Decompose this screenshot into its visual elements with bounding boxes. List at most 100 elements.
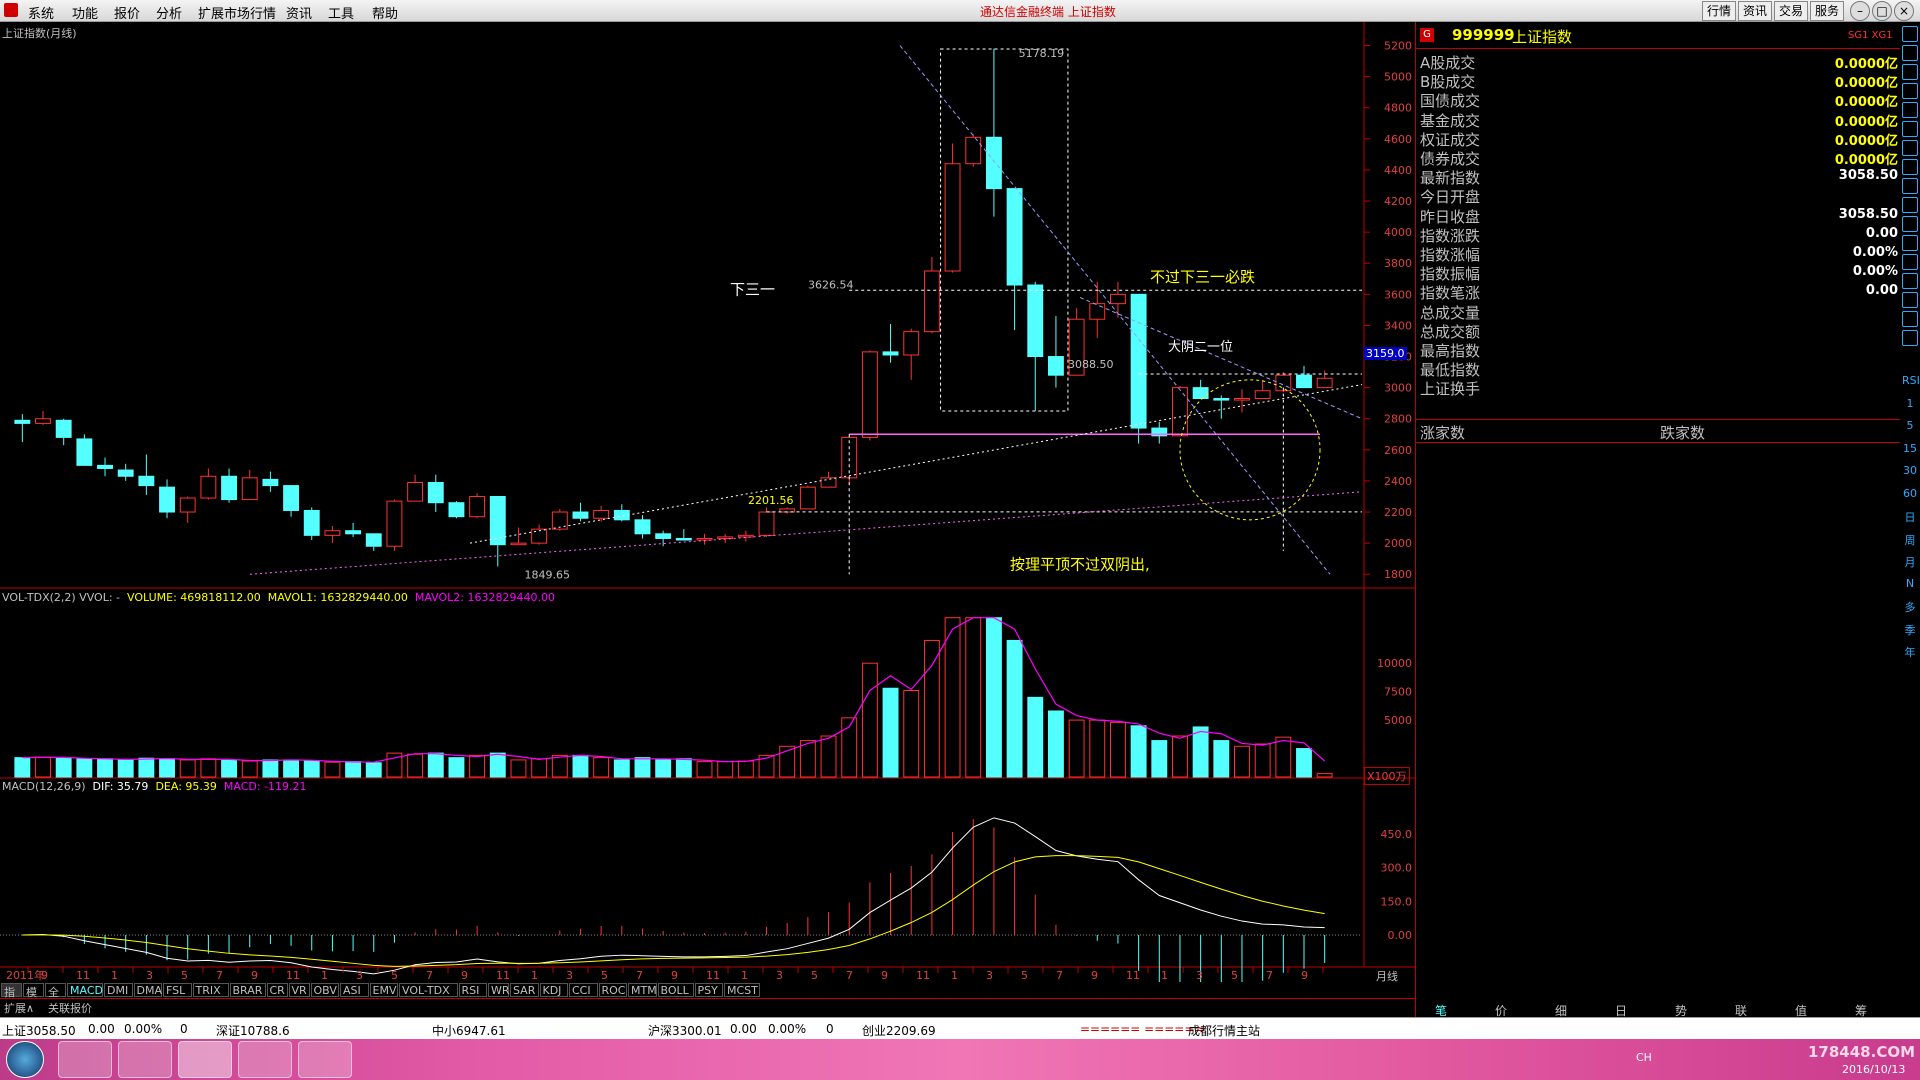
toolbar-icon[interactable] xyxy=(1902,254,1918,270)
toolbar-icon[interactable] xyxy=(1902,216,1918,232)
hs300-index-status[interactable]: 沪深3300.01 xyxy=(648,1022,722,1039)
toolbar-icon[interactable] xyxy=(1902,235,1918,251)
quote-button[interactable]: 行情 xyxy=(1702,1,1737,21)
toolbar-icon[interactable] xyxy=(1902,197,1918,213)
kline-chart-area[interactable]: 5200 5000 4800 4600 4400 4200 4000 3800 3600 3400… xyxy=(0,22,1415,982)
menu-extended-market[interactable]: 扩展市场行情 xyxy=(198,3,276,22)
menu-system[interactable]: 系统 xyxy=(28,3,54,22)
toolbar-icon[interactable] xyxy=(1902,330,1918,346)
x-axis-label: 7 xyxy=(846,969,853,982)
indicator-tab[interactable]: KDJ xyxy=(539,983,568,997)
divider xyxy=(1416,442,1901,443)
period-switch-button[interactable]: 5 xyxy=(1902,419,1918,435)
indicator-tab[interactable]: SAR xyxy=(510,983,539,997)
minimize-icon[interactable]: – xyxy=(1850,1,1870,21)
toolbar-icon[interactable] xyxy=(1902,140,1918,156)
toolbar-icon[interactable] xyxy=(1902,311,1918,327)
period-switch-button[interactable]: 日 xyxy=(1902,509,1918,525)
toolbar-icon[interactable] xyxy=(1902,26,1918,42)
indicator-tab[interactable]: OBV xyxy=(310,983,339,997)
taskbar-folder-icon[interactable] xyxy=(118,1041,172,1078)
period-switch-button[interactable]: 60 xyxy=(1902,487,1918,503)
indicator-tab[interactable]: MCST xyxy=(724,983,760,997)
indicator-tab[interactable]: BRAR xyxy=(229,983,266,997)
quote-row: 最新指数 3058.50 xyxy=(1420,167,1898,187)
toolbar-icon[interactable] xyxy=(1902,273,1918,289)
indicator-tab[interactable]: ASI xyxy=(340,983,369,997)
indicator-tab[interactable]: BOLL xyxy=(657,983,694,997)
volume-bar xyxy=(510,759,527,778)
server-station[interactable]: 成都行情主站 xyxy=(1188,1022,1260,1039)
sz-index-status[interactable]: 深证10788.6 xyxy=(216,1022,290,1039)
taskbar-app-icon[interactable] xyxy=(58,1041,112,1078)
toolbar-icon[interactable] xyxy=(1902,178,1918,194)
period-switch-button[interactable]: 1 xyxy=(1902,397,1918,413)
indicator-tab[interactable]: 模板 xyxy=(23,983,44,1015)
period-switch-button[interactable]: 多 xyxy=(1902,599,1918,615)
indicator-tab[interactable]: FSL xyxy=(163,983,192,997)
gem-index-status[interactable]: 创业2209.69 xyxy=(862,1022,936,1039)
toolbar-icon[interactable] xyxy=(1902,83,1918,99)
y-axis-label: 4200 xyxy=(1384,195,1412,208)
app-logo-icon[interactable] xyxy=(4,3,18,17)
taskbar-media-icon[interactable] xyxy=(298,1041,352,1078)
sh-index-status[interactable]: 上证3058.50 xyxy=(2,1022,76,1039)
period-switch-button[interactable]: 30 xyxy=(1902,464,1918,480)
language-indicator[interactable]: CH xyxy=(1636,1051,1652,1064)
menu-news[interactable]: 资讯 xyxy=(286,3,312,22)
toolbar-icon[interactable] xyxy=(1902,292,1918,308)
period-switch-button[interactable]: 年 xyxy=(1902,644,1918,660)
taskbar-tdx-icon[interactable] xyxy=(178,1041,232,1078)
indicator-tab[interactable]: DMA xyxy=(133,983,162,997)
toolbar-icon[interactable] xyxy=(1902,121,1918,137)
indicator-tab[interactable]: CR xyxy=(266,983,288,997)
expand-button[interactable]: 扩展∧ xyxy=(4,1000,34,1016)
news-button[interactable]: 资讯 xyxy=(1738,1,1773,21)
sme-index-status[interactable]: 中小6947.61 xyxy=(432,1022,506,1039)
trade-button[interactable]: 交易 xyxy=(1774,1,1809,21)
period-switch-button[interactable]: RSI xyxy=(1902,374,1920,390)
indicator-tab[interactable]: VOL-TDX xyxy=(399,983,458,997)
indicator-tab[interactable]: ROC xyxy=(598,983,627,997)
period-switch-button[interactable]: 月 xyxy=(1902,554,1918,570)
taskbar-ie-icon[interactable] xyxy=(238,1041,292,1078)
period-switch-button[interactable]: N xyxy=(1902,577,1918,593)
menu-quote[interactable]: 报价 xyxy=(114,3,140,22)
indicator-tab[interactable]: TRIX xyxy=(192,983,229,997)
quote-row: 指数涨幅 0.00% xyxy=(1420,244,1898,264)
toolbar-icon[interactable] xyxy=(1902,159,1918,175)
maximize-icon[interactable]: □ xyxy=(1872,1,1892,21)
indicator-tab[interactable]: 指标 xyxy=(1,983,22,1015)
candle-body xyxy=(799,486,816,510)
toolbar-icon[interactable] xyxy=(1902,102,1918,118)
toolbar-icon[interactable] xyxy=(1902,45,1918,61)
macd-axis-label: 300.0 xyxy=(1381,862,1413,875)
indicator-tab[interactable]: CCI xyxy=(569,983,598,997)
service-button[interactable]: 服务 xyxy=(1810,1,1845,21)
indicator-tab[interactable]: WR xyxy=(488,983,510,997)
close-icon[interactable]: × xyxy=(1894,1,1914,21)
related-quote-button[interactable]: 关联报价 xyxy=(48,1000,92,1016)
x-axis-label: 11 xyxy=(706,969,720,982)
indicator-tab[interactable]: VR xyxy=(288,983,310,997)
taskbar-date[interactable]: 2016/10/13 xyxy=(1842,1063,1905,1076)
indicator-tab[interactable]: EMV xyxy=(369,983,398,997)
toolbar-icon[interactable] xyxy=(1902,64,1918,80)
indicator-tab[interactable]: MTM xyxy=(628,983,657,997)
indicator-tab[interactable]: RSI xyxy=(458,983,487,997)
menu-help[interactable]: 帮助 xyxy=(372,3,398,22)
menu-tools[interactable]: 工具 xyxy=(328,3,354,22)
period-switch-button[interactable]: 季 xyxy=(1902,622,1918,638)
indicator-tab[interactable]: PSY xyxy=(694,983,723,997)
kline-svg[interactable]: 5200 5000 4800 4600 4400 4200 4000 3800 3600 3400… xyxy=(0,22,1415,982)
start-button-icon[interactable] xyxy=(6,1041,44,1078)
period-switch-button[interactable]: 15 xyxy=(1902,442,1918,458)
indicator-tab[interactable]: MACD xyxy=(67,983,103,997)
indicator-tab[interactable]: DMI xyxy=(104,983,133,997)
indicator-tab[interactable]: 全部 xyxy=(45,983,66,1015)
menu-analysis[interactable]: 分析 xyxy=(156,3,182,22)
period-switch-button[interactable]: 周 xyxy=(1902,532,1918,548)
menu-function[interactable]: 功能 xyxy=(72,3,98,22)
volume-bar xyxy=(965,617,982,778)
quote-row-label: 国债成交 xyxy=(1420,92,1481,111)
